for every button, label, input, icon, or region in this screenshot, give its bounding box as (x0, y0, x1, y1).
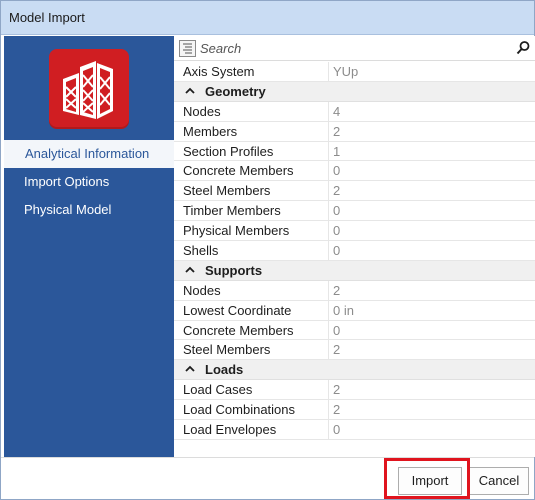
property-label: Lowest Coordinate (183, 302, 292, 318)
property-row[interactable]: Section Profiles 1 (174, 141, 535, 162)
sidebar-item-analytical-information[interactable]: Analytical Information (4, 140, 174, 168)
chevron-up-icon[interactable] (184, 363, 196, 375)
app-logo (49, 49, 129, 129)
property-value: 0 (333, 322, 341, 338)
property-rows: Axis System YUp Geometry Nodes 4 Members 2… (174, 62, 535, 440)
property-row[interactable]: Steel Members 2 (174, 181, 535, 202)
category-label: Supports (205, 262, 263, 278)
category-label: Loads (205, 362, 244, 378)
category-geometry[interactable]: Geometry (174, 81, 535, 102)
property-label: Members (183, 123, 238, 139)
property-row[interactable]: Physical Members 0 (174, 221, 535, 242)
property-value: 2 (333, 382, 341, 398)
sidebar: Analytical Information Import Options Ph… (4, 36, 174, 457)
window-title: Model Import (9, 10, 85, 25)
property-label: Concrete Members (183, 163, 294, 179)
search-input[interactable] (200, 39, 500, 58)
property-row[interactable]: Load Cases 2 (174, 380, 535, 401)
property-label: Timber Members (183, 203, 281, 219)
property-row-axis-system[interactable]: Axis System YUp (174, 62, 535, 82)
property-row[interactable]: Steel Members 2 (174, 340, 535, 361)
property-row[interactable]: Load Combinations 2 (174, 400, 535, 421)
property-value: YUp (333, 64, 359, 79)
property-label: Steel Members (183, 342, 271, 358)
property-row[interactable]: Concrete Members 0 (174, 161, 535, 182)
property-label: Steel Members (183, 183, 271, 199)
property-grid: Axis System YUp Geometry Nodes 4 Members 2… (174, 36, 535, 457)
property-value: 0 (333, 223, 341, 239)
property-label: Load Combinations (183, 402, 296, 418)
chevron-up-icon[interactable] (184, 264, 196, 276)
property-row[interactable]: Nodes 2 (174, 280, 535, 301)
property-label: Load Envelopes (183, 422, 277, 438)
property-value: 0 in (333, 302, 354, 318)
property-row[interactable]: Timber Members 0 (174, 201, 535, 222)
import-button[interactable]: Import (398, 467, 462, 495)
sidebar-nav: Analytical Information Import Options Ph… (4, 140, 174, 224)
property-value: 1 (333, 143, 341, 159)
property-row[interactable]: Shells 0 (174, 241, 535, 261)
property-row[interactable]: Load Envelopes 0 (174, 420, 535, 440)
property-label: Section Profiles (183, 143, 274, 159)
property-value: 0 (333, 422, 341, 438)
title-bar: Model Import (1, 1, 534, 35)
property-value: 2 (333, 123, 341, 139)
search-icon[interactable] (515, 40, 531, 56)
property-value: 2 (333, 183, 341, 199)
model-import-dialog: Model Import Analytical Information Impo… (0, 0, 535, 500)
property-label: Concrete Members (183, 322, 294, 338)
property-value: 2 (333, 342, 341, 358)
property-value: 0 (333, 203, 341, 219)
cancel-button[interactable]: Cancel (469, 467, 529, 495)
property-row[interactable]: Concrete Members 0 (174, 320, 535, 341)
sidebar-item-import-options[interactable]: Import Options (4, 168, 174, 196)
property-label: Axis System (183, 64, 255, 79)
property-label: Physical Members (183, 223, 290, 239)
property-value: 4 (333, 103, 341, 119)
property-value: 0 (333, 163, 341, 179)
chevron-up-icon[interactable] (184, 85, 196, 97)
property-row[interactable]: Nodes 4 (174, 101, 535, 122)
property-label: Nodes (183, 103, 221, 119)
property-value: 2 (333, 282, 341, 298)
property-row[interactable]: Lowest Coordinate 0 in (174, 300, 535, 321)
sidebar-item-physical-model[interactable]: Physical Model (4, 196, 174, 224)
property-value: 2 (333, 402, 341, 418)
category-supports[interactable]: Supports (174, 260, 535, 281)
building-icon (63, 61, 113, 119)
property-label: Load Cases (183, 382, 253, 398)
property-value: 0 (333, 243, 341, 259)
dialog-footer: Import Cancel (1, 457, 534, 499)
search-bar (174, 36, 535, 61)
category-loads[interactable]: Loads (174, 360, 535, 381)
property-row[interactable]: Members 2 (174, 121, 535, 142)
category-label: Geometry (205, 83, 266, 99)
property-label: Shells (183, 243, 219, 259)
categorize-icon[interactable] (179, 40, 196, 57)
property-label: Nodes (183, 282, 221, 298)
